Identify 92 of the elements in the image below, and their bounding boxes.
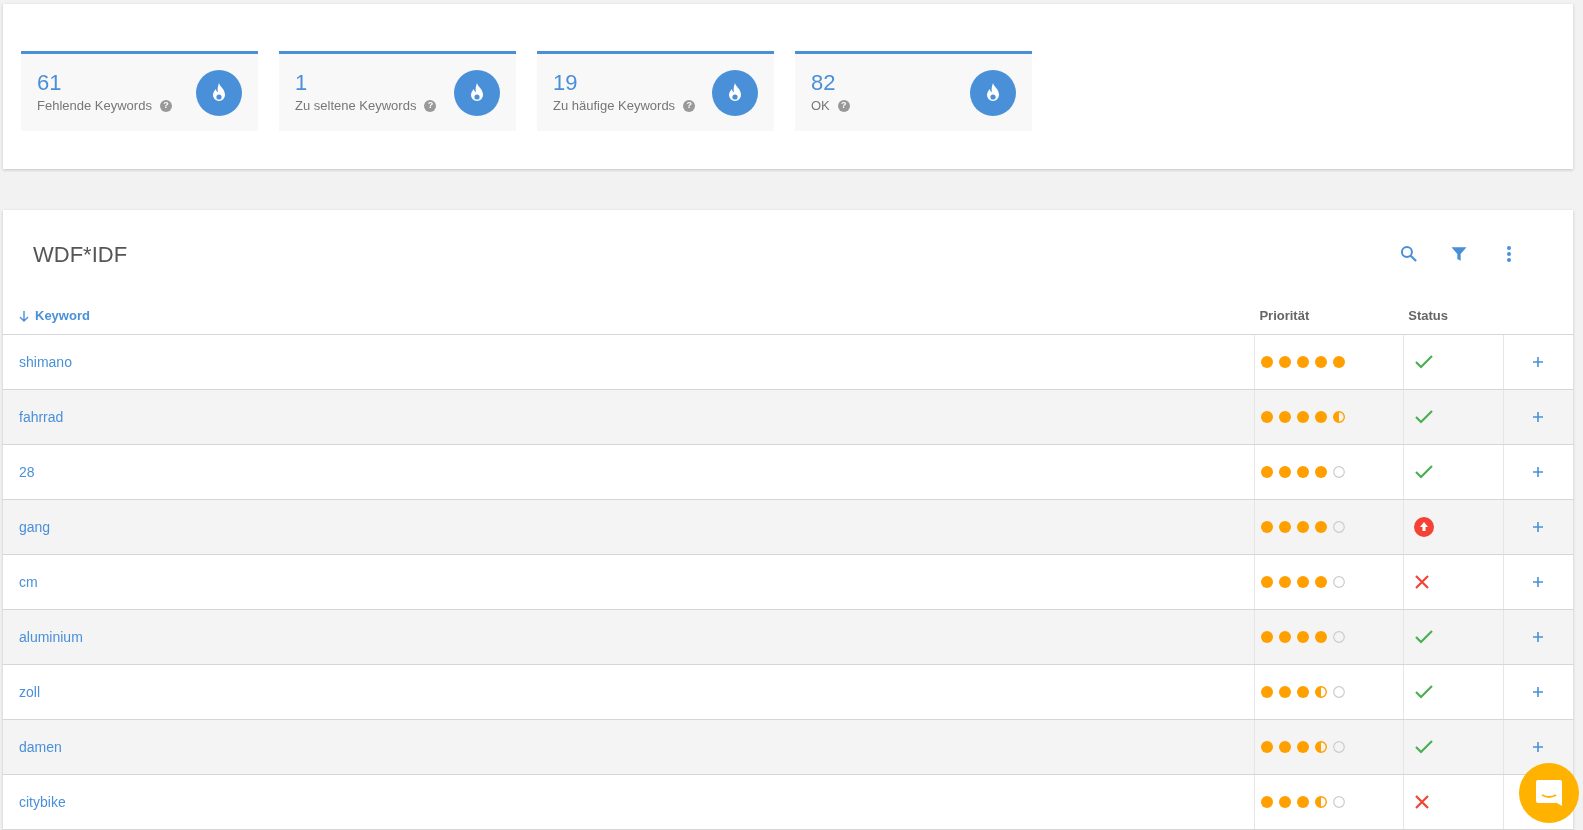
stat-label: Zu häufige Keywords	[553, 96, 676, 115]
empty-dot-icon	[1333, 466, 1346, 478]
half-dot-icon	[1315, 796, 1328, 808]
filled-dot-icon	[1297, 521, 1310, 533]
empty-dot-icon	[1333, 686, 1346, 698]
check-icon	[1414, 684, 1435, 700]
add-icon[interactable]	[1532, 411, 1545, 423]
filled-dot-icon	[1315, 576, 1328, 588]
filled-dot-icon	[1315, 631, 1328, 643]
flame-icon	[712, 69, 758, 116]
stat-value: 82	[811, 69, 837, 96]
add-icon[interactable]	[1532, 741, 1545, 753]
keyword-link[interactable]: shimano	[19, 351, 72, 373]
check-icon	[1414, 629, 1435, 645]
filled-dot-icon	[1297, 466, 1310, 478]
filled-dot-icon	[1279, 631, 1292, 643]
keyword-link[interactable]: fahrrad	[19, 406, 64, 428]
filled-dot-icon	[1279, 686, 1292, 698]
filled-dot-icon	[1279, 521, 1292, 533]
filled-dot-icon	[1315, 411, 1328, 423]
column-header[interactable]: Status	[1408, 306, 1448, 326]
stat-value: 1	[295, 69, 309, 96]
filled-dot-icon	[1315, 521, 1328, 533]
filled-dot-icon	[1297, 686, 1310, 698]
empty-dot-icon	[1333, 576, 1346, 588]
stat-value: 61	[37, 69, 63, 96]
filled-dot-icon	[1279, 356, 1292, 368]
half-dot-icon	[1315, 686, 1328, 698]
filled-dot-icon	[1315, 356, 1328, 368]
help-icon[interactable]: ?	[159, 99, 172, 112]
add-icon[interactable]	[1532, 686, 1545, 698]
empty-dot-icon	[1333, 796, 1346, 808]
filled-dot-icon	[1297, 796, 1310, 808]
stat-label: Fehlende Keywords	[37, 96, 152, 115]
column-header[interactable]: Priorität	[1259, 306, 1310, 326]
keyword-link[interactable]: aluminium	[19, 626, 83, 648]
filled-dot-icon	[1261, 466, 1274, 478]
card-title: WDF*IDF	[33, 240, 129, 269]
filled-dot-icon	[1261, 576, 1274, 588]
flame-icon	[196, 69, 242, 116]
half-dot-icon	[1315, 741, 1328, 753]
flame-icon	[970, 69, 1016, 116]
filled-dot-icon	[1261, 686, 1274, 698]
keyword-link[interactable]: gang	[19, 516, 51, 538]
flame-icon	[454, 69, 500, 116]
filled-dot-icon	[1297, 411, 1310, 423]
cross-icon	[1414, 574, 1431, 590]
empty-dot-icon	[1333, 521, 1346, 533]
filled-dot-icon	[1261, 411, 1274, 423]
sort-arrow-icon	[19, 310, 29, 322]
filled-dot-icon	[1279, 411, 1292, 423]
add-icon[interactable]	[1532, 631, 1545, 643]
check-icon	[1414, 739, 1435, 755]
keyword-link[interactable]: citybike	[19, 791, 66, 813]
chat-bubble-icon	[1534, 778, 1564, 808]
filled-dot-icon	[1261, 356, 1274, 368]
filled-dot-icon	[1261, 631, 1274, 643]
help-icon[interactable]: ?	[424, 99, 437, 112]
filled-dot-icon	[1261, 796, 1274, 808]
filled-dot-icon	[1261, 521, 1274, 533]
filled-dot-icon	[1333, 356, 1346, 368]
column-header[interactable]: Keyword	[19, 306, 90, 326]
help-icon[interactable]: ?	[683, 99, 696, 112]
keyword-link[interactable]: 28	[19, 461, 35, 483]
filled-dot-icon	[1297, 631, 1310, 643]
filled-dot-icon	[1279, 576, 1292, 588]
empty-dot-icon	[1333, 741, 1346, 753]
stat-label: Zu seltene Keywords	[295, 96, 417, 115]
check-icon	[1414, 464, 1435, 480]
keyword-link[interactable]: damen	[19, 736, 62, 758]
filled-dot-icon	[1297, 576, 1310, 588]
stat-label: OK	[811, 96, 830, 115]
filled-dot-icon	[1279, 741, 1292, 753]
add-icon[interactable]	[1532, 521, 1545, 533]
keyword-link[interactable]: cm	[19, 571, 38, 593]
filled-dot-icon	[1279, 796, 1292, 808]
half-dot-icon	[1333, 411, 1346, 423]
check-icon	[1414, 409, 1435, 425]
filled-dot-icon	[1279, 466, 1292, 478]
filled-dot-icon	[1297, 356, 1310, 368]
filled-dot-icon	[1315, 466, 1328, 478]
cross-icon	[1414, 794, 1431, 810]
filled-dot-icon	[1297, 741, 1310, 753]
keyword-link[interactable]: zoll	[19, 681, 40, 703]
stat-value: 19	[553, 69, 579, 96]
add-icon[interactable]	[1532, 356, 1545, 368]
add-icon[interactable]	[1532, 466, 1545, 478]
empty-dot-icon	[1333, 631, 1346, 643]
filled-dot-icon	[1261, 741, 1274, 753]
check-icon	[1414, 354, 1435, 370]
help-icon[interactable]: ?	[837, 99, 850, 112]
add-icon[interactable]	[1532, 576, 1545, 588]
